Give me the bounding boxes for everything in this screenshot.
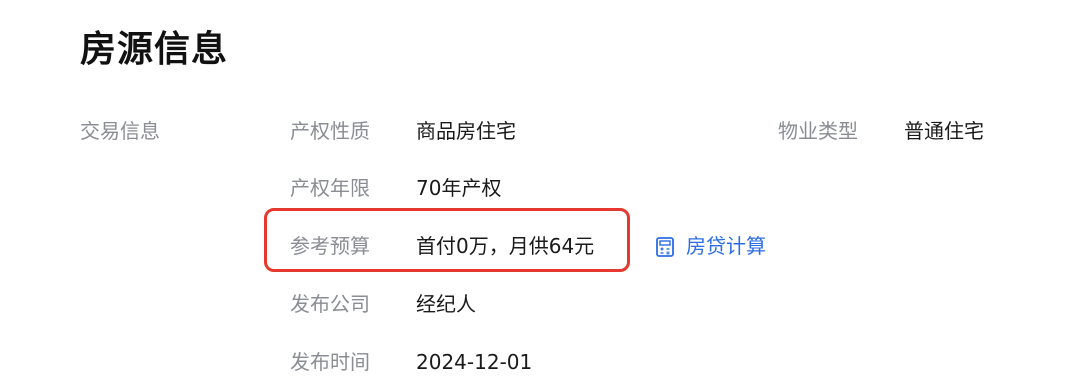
mortgage-calculator-label: 房贷计算 (686, 234, 766, 258)
field-value: 普通住宅 (904, 119, 984, 143)
field-value: 商品房住宅 (416, 119, 516, 143)
field-label: 物业类型 (778, 119, 858, 143)
field-value: 70年产权 (416, 176, 502, 200)
field-label: 参考预算 (290, 234, 370, 258)
field-label: 发布公司 (290, 292, 370, 316)
listing-info-panel: 房源信息 交易信息 产权性质 商品房住宅 物业类型 普通住宅 产权年限 70年产… (0, 0, 1080, 388)
field-label: 发布时间 (290, 350, 370, 374)
field-label: 产权年限 (290, 176, 370, 200)
section-label-transaction: 交易信息 (80, 119, 160, 143)
field-value: 首付0万，月供64元 (416, 234, 595, 258)
calculator-icon (656, 237, 674, 257)
field-value: 2024-12-01 (416, 350, 533, 374)
page-title: 房源信息 (80, 29, 229, 70)
field-label: 产权性质 (290, 119, 370, 143)
field-value: 经纪人 (416, 292, 476, 316)
